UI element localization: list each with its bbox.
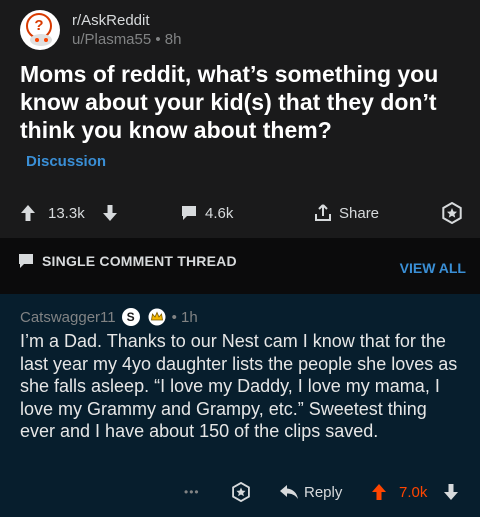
- comment-body: I’m a Dad. Thanks to our Nest cam I know…: [20, 331, 458, 441]
- award-button[interactable]: [231, 477, 251, 507]
- post-header: ? r/AskReddit u/Plasma55 • 8h: [20, 9, 181, 51]
- comment-score: 7.0k: [399, 483, 428, 501]
- upvote-arrow-icon: [21, 205, 35, 221]
- snoo-eye-icon: [44, 38, 48, 42]
- post-author[interactable]: u/Plasma55 • 8h: [72, 30, 181, 49]
- snoo-eye-icon: [35, 38, 39, 42]
- comment-card: Catswagger11 S • 1h I’m a Dad. Thanks to…: [0, 294, 480, 517]
- award-icon: [232, 482, 250, 502]
- share-icon: [315, 204, 331, 221]
- upvote-arrow-icon: [372, 484, 386, 500]
- share-label: Share: [339, 204, 380, 222]
- single-thread-label: SINGLE COMMENT THREAD: [42, 253, 237, 269]
- snoo-face-icon: [30, 34, 52, 46]
- post-title[interactable]: Moms of reddit, what’s something you kno…: [20, 60, 460, 144]
- comment-downvote-button[interactable]: [443, 477, 459, 507]
- post-meta: r/AskReddit u/Plasma55 • 8h: [72, 11, 181, 49]
- subreddit-name[interactable]: r/AskReddit: [72, 11, 181, 30]
- downvote-arrow-icon: [444, 484, 458, 500]
- award-icon: [442, 202, 462, 224]
- user-badge-icon: S: [121, 308, 140, 326]
- post-card: ? r/AskReddit u/Plasma55 • 8h Moms of re…: [0, 0, 480, 238]
- post-flair[interactable]: Discussion: [26, 153, 106, 170]
- post-vote-count: 13.3k: [48, 204, 85, 222]
- share-button[interactable]: Share: [313, 198, 379, 228]
- comment-bubble-icon: [182, 206, 196, 220]
- comment-time: • 1h: [171, 308, 198, 326]
- comment-upvote-button[interactable]: [371, 477, 387, 507]
- more-options-button[interactable]: •••: [184, 477, 200, 507]
- reply-button[interactable]: Reply: [279, 477, 342, 507]
- subreddit-avatar[interactable]: ?: [20, 10, 60, 50]
- award-crown-icon: [148, 308, 166, 326]
- comment-bubble-icon: [19, 254, 33, 268]
- view-all-button[interactable]: VIEW ALL: [400, 260, 466, 276]
- award-button[interactable]: [441, 198, 463, 228]
- comment-actions: ••• Reply 7.0k: [0, 477, 480, 507]
- post-actions: 13.3k 4.6k Share: [0, 198, 480, 228]
- comments-button[interactable]: 4.6k: [180, 198, 233, 228]
- comment-count: 4.6k: [205, 204, 234, 222]
- comment-meta: Catswagger11 S • 1h: [20, 308, 198, 326]
- reply-arrow-icon: [280, 485, 298, 499]
- single-thread-label-row: SINGLE COMMENT THREAD: [18, 253, 237, 269]
- downvote-arrow-icon: [103, 205, 117, 221]
- downvote-button[interactable]: [102, 198, 118, 228]
- upvote-button[interactable]: [20, 198, 36, 228]
- comment-author[interactable]: Catswagger11: [20, 309, 116, 326]
- reply-label: Reply: [304, 483, 343, 501]
